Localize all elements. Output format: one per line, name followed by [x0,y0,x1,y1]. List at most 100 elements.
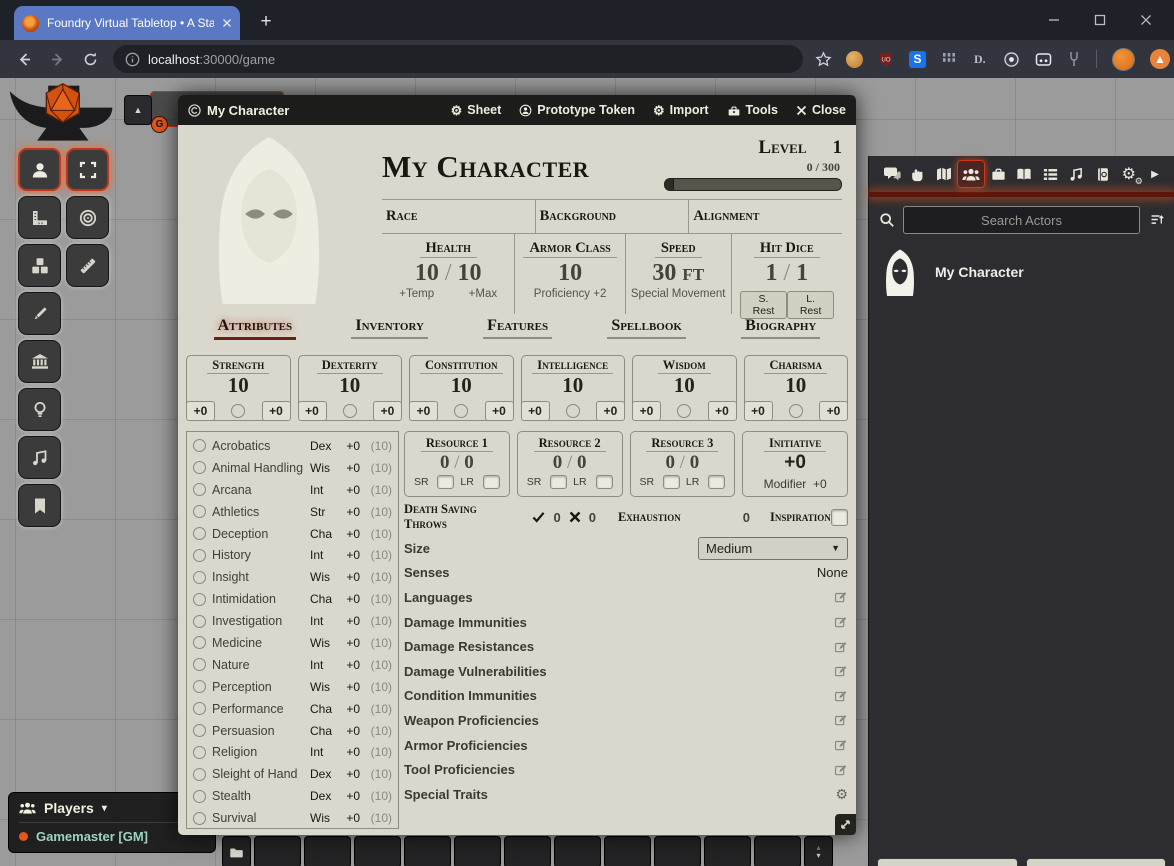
token-controls-button[interactable] [18,148,61,191]
ac-value[interactable]: 10 [515,258,624,288]
wall-controls-button[interactable] [18,340,61,383]
edit-icon[interactable] [834,640,848,654]
ability-check-mod[interactable]: +0 [596,401,625,421]
create-folder-button[interactable]: Create Folder [1026,858,1167,866]
edit-icon[interactable] [834,689,848,703]
sr-checkbox[interactable] [663,475,680,489]
resource-values[interactable]: 0 / 0 [405,452,509,474]
game-canvas[interactable]: ▲ G [0,78,1174,866]
window-maximize-button[interactable] [1094,14,1106,26]
back-button[interactable] [16,51,33,68]
skill-row[interactable]: Perception Wis +0 (10) [193,676,392,698]
resource-values[interactable]: 0 / 0 [631,452,735,474]
edit-icon[interactable] [834,664,848,678]
macro-slot[interactable] [654,836,701,866]
lr-checkbox[interactable] [483,475,500,489]
actors-tab[interactable] [957,160,985,188]
skill-proficiency-toggle[interactable] [193,549,206,562]
xp-value[interactable]: 0 / 300 [664,160,840,175]
skill-proficiency-toggle[interactable] [193,680,206,693]
skill-proficiency-toggle[interactable] [193,658,206,671]
ability-proficiency-toggle[interactable] [231,404,245,418]
journal-tab[interactable] [1011,161,1037,187]
skill-proficiency-toggle[interactable] [193,812,206,825]
sr-checkbox[interactable] [550,475,567,489]
ability-save-mod[interactable]: +0 [521,401,550,421]
settings-tab[interactable]: ⚙⚙ [1116,161,1142,187]
ability-proficiency-toggle[interactable] [343,404,357,418]
lighting-controls-button[interactable] [18,388,61,431]
macro-folder-button[interactable] [222,836,251,866]
ability-check-mod[interactable]: +0 [485,401,514,421]
ability-block[interactable]: Charisma 10 +0 +0 [744,355,849,421]
tab-features[interactable]: Features [483,317,552,339]
macro-slot[interactable] [554,836,601,866]
size-select[interactable]: Medium ▼ [698,537,848,560]
edit-icon[interactable] [834,615,848,629]
ability-check-mod[interactable]: +0 [373,401,402,421]
ability-score[interactable]: 10 [299,374,402,396]
ability-proficiency-toggle[interactable] [789,404,803,418]
s-extension-icon[interactable]: S [909,51,926,68]
hp-tempmax-label[interactable]: +Max [469,288,497,300]
macro-slot[interactable] [404,836,451,866]
playlists-tab[interactable] [1064,161,1090,187]
ability-save-mod[interactable]: +0 [409,401,438,421]
sheet-config-button[interactable]: ⚙ Sheet [451,103,502,117]
notes-controls-button[interactable] [18,484,61,527]
window-minimize-button[interactable] [1048,14,1060,26]
bookmark-star-icon[interactable] [815,51,832,68]
ability-save-mod[interactable]: +0 [632,401,661,421]
tab-inventory[interactable]: Inventory [351,317,428,339]
url-bar[interactable]: localhost:30000/game [113,45,803,73]
skill-proficiency-toggle[interactable] [193,483,206,496]
resource-label[interactable]: Resource 3 [646,436,718,452]
drawing-controls-button[interactable] [18,292,61,335]
skill-proficiency-toggle[interactable] [193,790,206,803]
items-tab[interactable] [985,161,1011,187]
edit-icon[interactable] [834,590,848,604]
measure-distance-tool[interactable] [66,244,109,287]
window-titlebar[interactable]: My Character ⚙ Sheet Prototype Token ⚙ I… [178,95,856,125]
edit-icon[interactable] [834,713,848,727]
search-input[interactable] [903,206,1140,234]
scenes-tab[interactable] [931,161,957,187]
skill-proficiency-toggle[interactable] [193,461,206,474]
grid-extension-icon[interactable] [941,51,957,67]
scene-nav-collapse-button[interactable]: ▲ [124,95,152,125]
initiative-mod[interactable]: +0 [813,477,827,491]
tile-controls-button[interactable] [18,244,61,287]
skill-row[interactable]: History Int +0 (10) [193,544,392,566]
skill-proficiency-toggle[interactable] [193,768,206,781]
eye-extension-icon[interactable] [1003,51,1020,68]
background-field[interactable]: Background [536,200,690,233]
select-tokens-tool[interactable] [66,148,109,191]
profile-avatar[interactable] [1112,48,1135,71]
initiative-label[interactable]: Initiative [764,436,826,452]
combat-tab[interactable] [905,161,931,187]
template-target-tool[interactable] [66,196,109,239]
tab-attributes[interactable]: Attributes [214,317,297,340]
macro-slot[interactable] [354,836,401,866]
chat-tab[interactable] [879,161,905,187]
edit-icon[interactable] [834,763,848,777]
skill-row[interactable]: Nature Int +0 (10) [193,654,392,676]
browser-tab[interactable]: Foundry Virtual Tabletop • A Stan [14,6,240,40]
exhaustion-count[interactable]: 0 [743,510,750,525]
ublock-extension-icon[interactable]: UO [878,51,894,67]
configure-special-traits-icon[interactable]: ⚙ [835,786,848,803]
level-value[interactable]: 1 [833,137,843,158]
sort-folders-icon[interactable] [1148,212,1164,228]
skill-row[interactable]: Stealth Dex +0 (10) [193,785,392,807]
cookie-extension-icon[interactable] [846,51,863,68]
sr-checkbox[interactable] [437,475,454,489]
ability-block[interactable]: Constitution 10 +0 +0 [409,355,514,421]
macro-slot[interactable] [254,836,301,866]
ability-save-mod[interactable]: +0 [298,401,327,421]
browser-update-icon[interactable]: ▲ [1150,49,1170,69]
window-resize-handle[interactable] [835,814,856,835]
ability-check-mod[interactable]: +0 [708,401,737,421]
ability-score[interactable]: 10 [745,374,848,396]
sound-controls-button[interactable] [18,436,61,479]
macro-slot[interactable] [504,836,551,866]
